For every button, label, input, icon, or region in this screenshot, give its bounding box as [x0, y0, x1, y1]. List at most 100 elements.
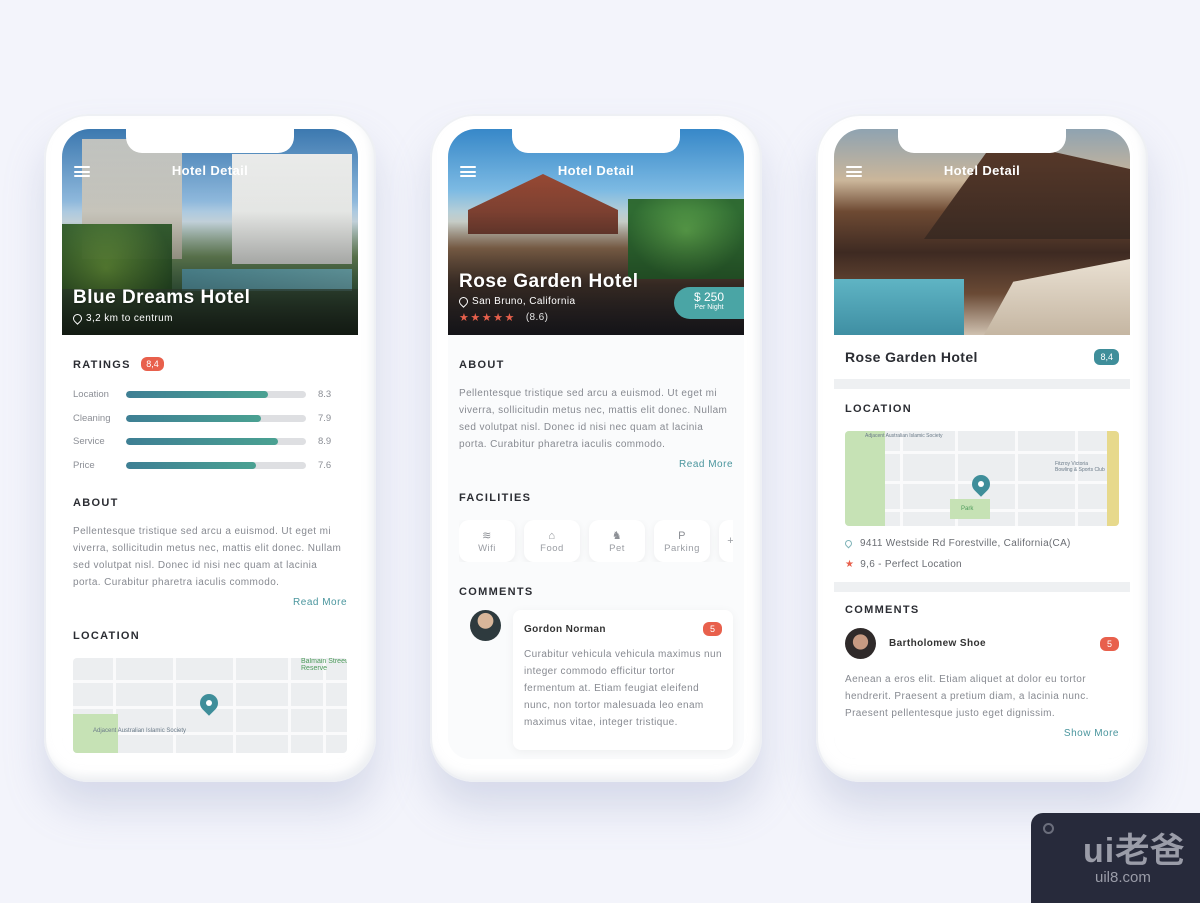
price-value: $ 250 — [693, 290, 725, 304]
commenter-name: Bartholomew Shoe — [889, 638, 986, 649]
facility-food[interactable]: ⌂ Food — [524, 520, 580, 562]
park-area — [845, 431, 885, 526]
ratings-title: RATINGS — [73, 359, 131, 371]
hotel-rating: ★★★★★ (8.6) — [459, 311, 548, 324]
top-bar: Hotel Detail — [62, 161, 358, 181]
location-map[interactable]: Balmain Street Reserve Adjacent Australi… — [73, 658, 347, 753]
hotel-distance: 3,2 km to centrum — [71, 312, 173, 325]
rating-label: Service — [73, 436, 105, 448]
details-card: RATINGS 8,4 Location 8.3 Cleaning 7.9 Servic… — [62, 335, 358, 759]
hotel-name: Rose Garden Hotel — [459, 271, 639, 292]
about-title: ABOUT — [73, 497, 119, 509]
rating-row-cleaning: Cleaning 7.9 — [73, 407, 347, 431]
commenter-avatar — [470, 610, 501, 641]
star-rating-icons: ★★★★★ — [459, 312, 516, 324]
hotel-name: Rose Garden Hotel — [845, 349, 978, 365]
rating-row-price: Price 7.6 — [73, 454, 347, 478]
price-unit: Per Night — [694, 304, 724, 311]
read-more-link[interactable]: Read More — [73, 597, 347, 608]
highway — [1107, 431, 1119, 526]
rating-bar-fill — [126, 414, 261, 422]
food-cloche-icon: ⌂ — [548, 529, 556, 542]
comment-text: Aenean a eros elit. Etiam aliquet at dol… — [845, 674, 1089, 719]
phone-screen: Hotel Detail Rose Garden Hotel 8,4 LOCAT… — [834, 129, 1130, 759]
location-card: LOCATION Park Fitzroy Victoria Bowling &… — [834, 389, 1130, 582]
comment-item: Gordon Norman 5 Curabitur vehicula vehic… — [459, 610, 733, 750]
facility-more-button[interactable]: +7 — [719, 520, 733, 562]
location-score-row: ★ 9,6 - Perfect Location — [845, 559, 1119, 570]
hotel-location: San Bruno, California — [457, 295, 575, 308]
facility-label: Pet — [609, 542, 625, 554]
rating-value: (8.6) — [525, 312, 549, 323]
location-map[interactable]: Park Fitzroy Victoria Bowling & Sports C… — [845, 431, 1119, 526]
rating-bar — [126, 391, 306, 399]
rating-value: 7.9 — [318, 412, 332, 424]
watermark-badge: ui老爸 uil8.com — [1031, 813, 1200, 903]
comment-score-badge: 5 — [1099, 636, 1119, 651]
hotel-hero-image: Hotel Detail Rose Garden Hotel San Bruno… — [448, 129, 744, 335]
rating-label: Price — [73, 459, 95, 471]
location-score-text: 9,6 - Perfect Location — [860, 559, 962, 570]
location-title: LOCATION — [73, 630, 141, 642]
top-bar: Hotel Detail — [834, 161, 1130, 181]
facility-label: Food — [540, 542, 564, 554]
wifi-icon: ≋ — [482, 529, 492, 542]
rating-bar-fill — [126, 438, 279, 446]
distance-text: 3,2 km to centrum — [86, 313, 173, 324]
map-pin-icon[interactable] — [968, 471, 994, 497]
location-pin-icon — [457, 295, 470, 308]
show-more-link[interactable]: Show More — [845, 728, 1119, 739]
comment-header: Bartholomew Shoe 5 — [845, 628, 1119, 659]
phone-screen: Hotel Detail Blue Dreams Hotel 3,2 km to… — [62, 129, 358, 759]
map-label: Balmain Street Reserve — [301, 658, 347, 672]
phone-mockup-blue-dreams: Hotel Detail Blue Dreams Hotel 3,2 km to… — [44, 114, 376, 782]
rating-label: Location — [73, 389, 109, 401]
read-more-link[interactable]: Read More — [459, 459, 733, 470]
hotel-hero-image: Hotel Detail Blue Dreams Hotel 3,2 km to… — [62, 129, 358, 335]
location-pin-icon — [843, 538, 854, 549]
pool — [834, 279, 964, 335]
phone-mockup-rose-garden-location: Hotel Detail Rose Garden Hotel 8,4 LOCAT… — [816, 114, 1148, 782]
rating-value: 8.9 — [318, 436, 332, 448]
price-badge: $ 250 Per Night — [674, 287, 744, 319]
facilities-list: ≋Wifi⌂Food♞PetPParking+7 — [459, 520, 733, 562]
about-title: ABOUT — [459, 359, 505, 371]
hotel-score-badge: 8,4 — [1094, 349, 1119, 365]
rating-bar — [126, 461, 306, 469]
address-row: 9411 Westside Rd Forestville, California… — [843, 538, 1119, 549]
rating-row-location: Location 8.3 — [73, 383, 347, 407]
facility-wifi[interactable]: ≋ Wifi — [459, 520, 515, 562]
phone-mockup-rose-garden-about: Hotel Detail Rose Garden Hotel San Bruno… — [430, 114, 762, 782]
location-pin-icon — [71, 312, 84, 325]
watermark-logo: ui老爸 — [1083, 832, 1186, 870]
star-icon: ★ — [845, 559, 855, 570]
comment-card: Gordon Norman 5 Curabitur vehicula vehic… — [513, 610, 733, 750]
map-label: Park — [961, 506, 974, 512]
commenter-avatar — [845, 628, 876, 659]
facility-pet[interactable]: ♞ Pet — [589, 520, 645, 562]
overall-rating-badge: 8,4 — [141, 356, 164, 371]
pet-dog-icon: ♞ — [611, 529, 623, 542]
rating-bar — [126, 438, 306, 446]
screen-title: Hotel Detail — [943, 163, 1021, 178]
watermark-hole-icon — [1043, 823, 1054, 834]
screen-title: Hotel Detail — [171, 163, 249, 178]
rating-value: 8.3 — [318, 389, 332, 401]
facilities-title: FACILITIES — [459, 492, 532, 504]
address-text: 9411 Westside Rd Forestville, California… — [860, 538, 1071, 549]
rating-bar-fill — [126, 391, 268, 399]
lounge-chairs — [984, 259, 1130, 335]
about-text: Pellentesque tristique sed arcu a euismo… — [73, 526, 342, 588]
map-pin-icon[interactable] — [196, 690, 222, 716]
facility-parking[interactable]: P Parking — [654, 520, 710, 562]
ratings-list: Location 8.3 Cleaning 7.9 Service 8.9 Price 7.6 — [73, 383, 347, 477]
rating-bar-fill — [126, 461, 256, 469]
hotel-name: Blue Dreams Hotel — [73, 287, 251, 308]
parking-icon: P — [678, 529, 686, 542]
map-label: Fitzroy Victoria Bowling & Sports Club — [1055, 461, 1105, 473]
commenter-name: Gordon Norman — [524, 623, 606, 635]
facility-label: Parking — [664, 542, 700, 554]
watermark-url: uil8.com — [1095, 869, 1151, 886]
screen-title: Hotel Detail — [557, 163, 635, 178]
details-card: ABOUT Pellentesque tristique sed arcu a … — [448, 335, 744, 759]
